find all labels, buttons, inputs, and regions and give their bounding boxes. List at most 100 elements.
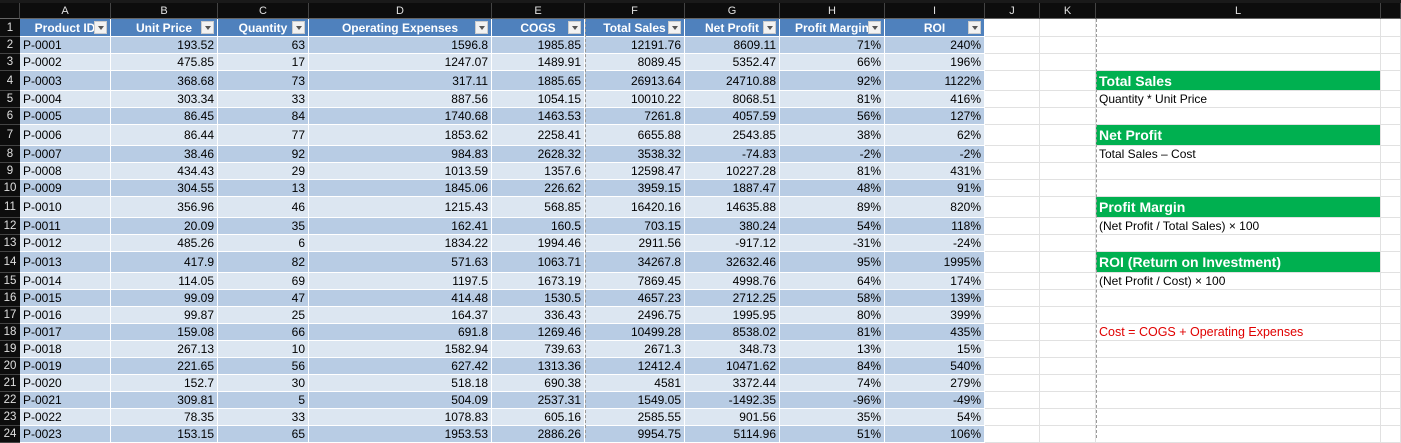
table-cell[interactable]: 8609.11 — [685, 37, 780, 54]
table-cell[interactable]: 160.5 — [492, 218, 585, 235]
total-sales-formula[interactable]: Quantity * Unit Price — [1096, 91, 1381, 108]
empty-cell[interactable] — [1381, 235, 1401, 252]
table-cell[interactable]: -917.12 — [685, 235, 780, 252]
row-header[interactable]: 24 — [0, 426, 20, 443]
empty-cell[interactable] — [1040, 54, 1096, 71]
table-cell[interactable]: 8089.45 — [585, 54, 685, 71]
table-cell[interactable]: 77 — [218, 125, 309, 146]
empty-cell[interactable] — [1040, 252, 1096, 273]
empty-cell[interactable] — [1096, 180, 1381, 197]
row-header[interactable]: 11 — [0, 197, 20, 218]
empty-cell[interactable] — [985, 392, 1040, 409]
empty-cell[interactable] — [985, 197, 1040, 218]
table-cell[interactable]: 35 — [218, 218, 309, 235]
empty-cell[interactable] — [1381, 197, 1401, 218]
table-cell[interactable]: 12412.4 — [585, 358, 685, 375]
row-header[interactable]: 15 — [0, 273, 20, 290]
table-cell[interactable]: 99.87 — [111, 307, 218, 324]
table-cell[interactable]: 10 — [218, 341, 309, 358]
empty-cell[interactable] — [1096, 375, 1381, 392]
empty-cell[interactable] — [1381, 290, 1401, 307]
table-cell[interactable]: P-0012 — [20, 235, 111, 252]
filter-dropdown-icon[interactable] — [868, 21, 881, 34]
empty-cell[interactable] — [1040, 71, 1096, 91]
empty-cell[interactable] — [1040, 307, 1096, 324]
empty-cell[interactable] — [985, 163, 1040, 180]
table-cell[interactable]: 47 — [218, 290, 309, 307]
total-sales-title[interactable]: Total Sales — [1096, 71, 1381, 91]
empty-cell[interactable] — [1096, 341, 1381, 358]
empty-cell[interactable] — [985, 307, 1040, 324]
table-cell[interactable]: 901.56 — [685, 409, 780, 426]
table-cell[interactable]: 95% — [780, 252, 885, 273]
empty-cell[interactable] — [1381, 125, 1401, 146]
column-filter-header[interactable]: Total Sales — [585, 19, 685, 37]
column-header-i[interactable]: I — [885, 3, 985, 19]
table-cell[interactable]: 568.85 — [492, 197, 585, 218]
table-cell[interactable]: 6655.88 — [585, 125, 685, 146]
table-cell[interactable]: -2% — [780, 146, 885, 163]
filter-dropdown-icon[interactable] — [94, 21, 107, 34]
table-cell[interactable]: 485.26 — [111, 235, 218, 252]
table-cell[interactable]: 139% — [885, 290, 985, 307]
empty-cell[interactable] — [1381, 108, 1401, 125]
table-cell[interactable]: 348.73 — [685, 341, 780, 358]
table-cell[interactable]: P-0006 — [20, 125, 111, 146]
empty-cell[interactable] — [985, 180, 1040, 197]
table-cell[interactable]: 356.96 — [111, 197, 218, 218]
table-cell[interactable]: 153.15 — [111, 426, 218, 443]
empty-cell[interactable] — [1381, 252, 1401, 273]
table-cell[interactable]: 86.44 — [111, 125, 218, 146]
table-cell[interactable]: 127% — [885, 108, 985, 125]
row-header[interactable]: 20 — [0, 358, 20, 375]
table-cell[interactable]: 690.38 — [492, 375, 585, 392]
empty-cell[interactable] — [1381, 37, 1401, 54]
table-cell[interactable]: -74.83 — [685, 146, 780, 163]
column-header-e[interactable]: E — [492, 3, 585, 19]
row-header[interactable]: 2 — [0, 37, 20, 54]
empty-cell[interactable] — [985, 146, 1040, 163]
table-cell[interactable]: -1492.35 — [685, 392, 780, 409]
empty-cell[interactable] — [1040, 146, 1096, 163]
table-cell[interactable]: 5352.47 — [685, 54, 780, 71]
table-cell[interactable]: 114.05 — [111, 273, 218, 290]
table-cell[interactable]: 152.7 — [111, 375, 218, 392]
table-cell[interactable]: 2671.3 — [585, 341, 685, 358]
empty-cell[interactable] — [1040, 163, 1096, 180]
table-cell[interactable]: 1953.53 — [309, 426, 492, 443]
table-cell[interactable]: 78.35 — [111, 409, 218, 426]
table-cell[interactable]: 304.55 — [111, 180, 218, 197]
empty-cell[interactable] — [1096, 163, 1381, 180]
table-cell[interactable]: P-0001 — [20, 37, 111, 54]
select-all-corner[interactable] — [0, 3, 20, 19]
empty-cell[interactable] — [1381, 375, 1401, 392]
table-cell[interactable]: 81% — [780, 324, 885, 341]
filter-dropdown-icon[interactable] — [201, 21, 214, 34]
row-header[interactable]: 22 — [0, 392, 20, 409]
table-cell[interactable]: 3372.44 — [685, 375, 780, 392]
table-cell[interactable]: 605.16 — [492, 409, 585, 426]
table-cell[interactable]: 5114.96 — [685, 426, 780, 443]
table-cell[interactable]: 317.11 — [309, 71, 492, 91]
column-filter-header[interactable]: ROI — [885, 19, 985, 37]
empty-cell[interactable] — [1040, 375, 1096, 392]
column-header-g[interactable]: G — [685, 3, 780, 19]
table-cell[interactable]: 84% — [780, 358, 885, 375]
table-cell[interactable]: 414.48 — [309, 290, 492, 307]
table-cell[interactable]: 69 — [218, 273, 309, 290]
table-cell[interactable]: 627.42 — [309, 358, 492, 375]
net-profit-title[interactable]: Net Profit — [1096, 125, 1381, 146]
table-cell[interactable]: 1845.06 — [309, 180, 492, 197]
empty-cell[interactable] — [1381, 409, 1401, 426]
empty-cell[interactable] — [1040, 358, 1096, 375]
table-cell[interactable]: P-0022 — [20, 409, 111, 426]
table-cell[interactable]: 1063.71 — [492, 252, 585, 273]
table-cell[interactable]: 51% — [780, 426, 885, 443]
table-cell[interactable]: 431% — [885, 163, 985, 180]
empty-cell[interactable] — [1040, 235, 1096, 252]
table-cell[interactable]: 35% — [780, 409, 885, 426]
empty-cell[interactable] — [1096, 19, 1381, 37]
empty-cell[interactable] — [1096, 235, 1381, 252]
table-cell[interactable]: P-0013 — [20, 252, 111, 273]
empty-cell[interactable] — [1096, 392, 1381, 409]
